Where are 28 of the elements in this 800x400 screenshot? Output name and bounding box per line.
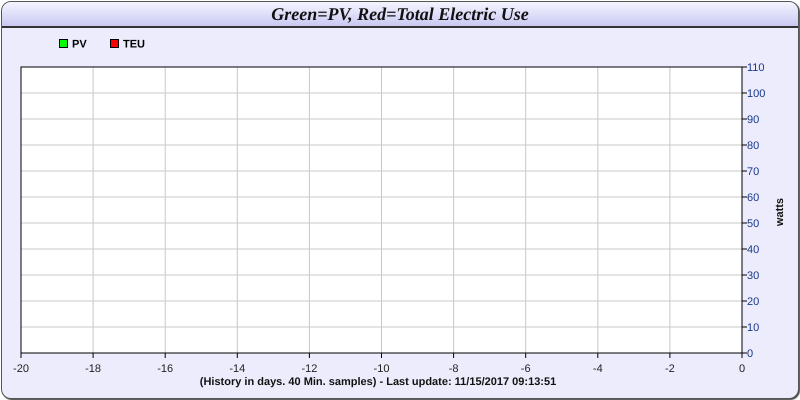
y-tick-label: 70 — [747, 166, 760, 178]
legend-label: PV — [72, 38, 87, 50]
x-tick-label: -4 — [592, 363, 603, 375]
y-tick-label: 80 — [747, 140, 760, 152]
y-tick-label: 10 — [747, 322, 760, 334]
y-tick-label: 0 — [747, 348, 754, 360]
x-tick-label: -16 — [157, 363, 174, 375]
y-tick-label: 20 — [747, 296, 760, 308]
y-tick-label: 40 — [747, 244, 760, 256]
y-tick-label: 110 — [747, 62, 765, 74]
x-axis-label: (History in days. 40 Min. samples) - Last update: 11/15/2017 09:13:51 — [200, 376, 556, 388]
x-tick-label: -8 — [448, 363, 458, 375]
y-tick-label: 60 — [747, 192, 760, 204]
x-tick-label: -12 — [301, 363, 318, 375]
y-tick-label: 30 — [747, 270, 760, 282]
y-tick-label: 100 — [747, 88, 766, 100]
x-tick-label: -18 — [85, 363, 102, 375]
x-tick-label: -2 — [665, 363, 675, 375]
y-tick-label: 50 — [747, 218, 760, 230]
x-tick-label: -20 — [13, 363, 29, 375]
x-tick-label: -14 — [229, 363, 246, 375]
legend-label: TEU — [123, 38, 145, 50]
y-tick-label: 90 — [747, 114, 760, 126]
y-axis-label: watts — [774, 198, 786, 226]
x-tick-label: 0 — [738, 363, 746, 375]
chart-title: Green=PV, Red=Total Electric Use — [271, 5, 529, 23]
x-tick-label: -6 — [520, 363, 531, 375]
x-tick-label: -10 — [374, 363, 390, 375]
